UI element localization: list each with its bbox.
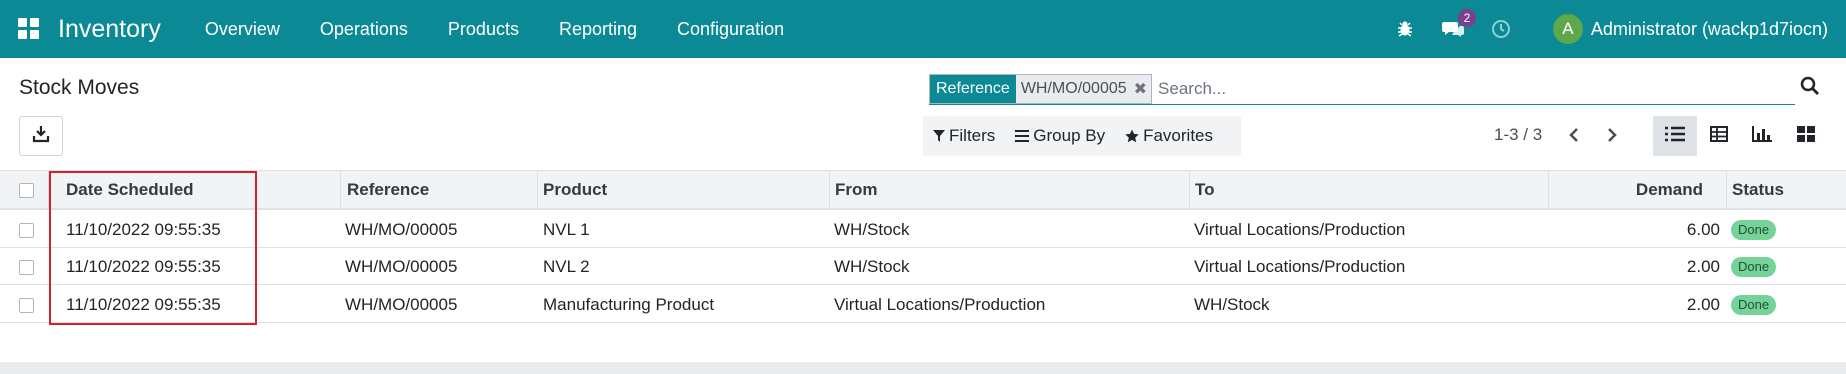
cell-reference: WH/MO/00005 (345, 220, 458, 239)
pager-previous-icon[interactable] (1563, 124, 1585, 146)
cell-to: WH/Stock (1194, 295, 1270, 314)
app-name[interactable]: Inventory (58, 15, 161, 44)
facet-remove-icon[interactable]: ✖ (1131, 75, 1152, 103)
row-checkbox[interactable] (19, 223, 34, 238)
row-checkbox[interactable] (19, 260, 34, 275)
cell-product: NVL 2 (543, 257, 590, 276)
column-product[interactable]: Product (543, 171, 607, 209)
menu-configuration[interactable]: Configuration (657, 19, 804, 40)
search-bar: Reference WH/MO/00005 ✖ (929, 74, 1795, 105)
list-view-button[interactable] (1653, 116, 1697, 156)
status-badge: Done (1731, 257, 1777, 277)
star-icon (1125, 129, 1139, 143)
messages-count-badge: 2 (1457, 9, 1476, 27)
search-facet: Reference WH/MO/00005 ✖ (929, 74, 1153, 104)
bar-chart-icon (1752, 125, 1772, 147)
facet-label: Reference (930, 75, 1016, 103)
column-to[interactable]: To (1195, 171, 1215, 209)
cell-date-scheduled: 11/10/2022 09:55:35 (66, 220, 221, 239)
table-icon (1710, 125, 1728, 147)
cell-product: Manufacturing Product (543, 295, 715, 314)
column-date-scheduled[interactable]: Date Scheduled (66, 171, 194, 209)
kanban-icon (1797, 125, 1815, 147)
user-name[interactable]: Administrator (wackp1d7iocn) (1591, 19, 1828, 40)
status-badge: Done (1731, 220, 1777, 240)
avatar[interactable]: A (1552, 14, 1583, 44)
search-options-bar: Filters Group By Favorites (923, 116, 1241, 156)
status-badge: Done (1731, 295, 1777, 315)
chat-icon[interactable]: 2 (1439, 9, 1476, 43)
table-row[interactable]: 11/10/2022 09:55:35 WH/MO/00005 NVL 1 WH… (0, 211, 1846, 248)
column-from[interactable]: From (835, 171, 878, 209)
cell-from: Virtual Locations/Production (834, 295, 1046, 314)
column-reference[interactable]: Reference (347, 171, 429, 209)
cell-reference: WH/MO/00005 (345, 295, 458, 314)
filters-label: Filters (949, 126, 996, 145)
filter-icon (933, 130, 945, 142)
table-row[interactable]: 11/10/2022 09:55:35 WH/MO/00005 NVL 2 WH… (0, 248, 1846, 285)
cell-to: Virtual Locations/Production (1194, 220, 1406, 239)
cell-date-scheduled: 11/10/2022 09:55:35 (66, 257, 221, 276)
cell-product: NVL 1 (543, 220, 590, 239)
cell-demand: 2.00 (1686, 257, 1720, 276)
cell-demand: 6.00 (1686, 220, 1720, 239)
navbar-systray: 2 A Administrator (wackp1d7iocn) (1381, 0, 1846, 58)
group-by-button[interactable]: Group By (1005, 126, 1115, 146)
table-header: Date Scheduled Reference Product From To… (0, 170, 1846, 210)
table-row[interactable]: 11/10/2022 09:55:35 WH/MO/00005 Manufact… (0, 286, 1846, 323)
menu-reporting[interactable]: Reporting (539, 19, 657, 40)
column-demand[interactable]: Demand (1636, 171, 1703, 209)
row-checkbox[interactable] (19, 298, 34, 313)
column-status[interactable]: Status (1732, 171, 1784, 209)
list-view-icon (1665, 126, 1685, 147)
pivot-view-button[interactable] (1697, 116, 1741, 156)
bug-icon[interactable] (1391, 15, 1419, 43)
cell-reference: WH/MO/00005 (345, 257, 458, 276)
group-by-label: Group By (1033, 126, 1106, 145)
page-title: Stock Moves (19, 76, 140, 99)
filters-button[interactable]: Filters (923, 126, 1005, 146)
facet-value: WH/MO/00005 (1015, 75, 1132, 103)
menu-products[interactable]: Products (428, 19, 539, 40)
clock-icon[interactable] (1487, 15, 1515, 43)
cell-date-scheduled: 11/10/2022 09:55:35 (66, 295, 221, 314)
favorites-button[interactable]: Favorites (1115, 126, 1223, 146)
kanban-view-button[interactable] (1784, 116, 1828, 156)
apps-grid-icon[interactable] (18, 18, 40, 40)
pager-value[interactable]: 1-3 / 3 (1494, 125, 1542, 145)
menu-operations[interactable]: Operations (300, 19, 428, 40)
cell-to: Virtual Locations/Production (1194, 257, 1406, 276)
top-navbar: Inventory Overview Operations Products R… (0, 0, 1846, 58)
favorites-label: Favorites (1143, 126, 1214, 145)
export-button[interactable] (19, 116, 63, 156)
list-bars-icon (1015, 130, 1030, 142)
menu-overview[interactable]: Overview (185, 19, 300, 40)
cell-demand: 2.00 (1686, 295, 1720, 314)
pager-next-icon[interactable] (1601, 124, 1623, 146)
search-icon[interactable] (1800, 76, 1824, 100)
download-icon (32, 125, 50, 148)
cell-from: WH/Stock (834, 220, 910, 239)
cell-from: WH/Stock (834, 257, 910, 276)
select-all-checkbox[interactable] (19, 183, 34, 198)
graph-view-button[interactable] (1740, 116, 1784, 156)
table-footer-strip (0, 362, 1846, 374)
search-input[interactable] (1156, 74, 1795, 104)
